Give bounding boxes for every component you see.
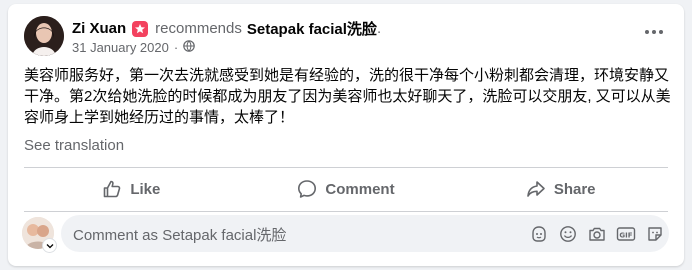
action-bar: Like Comment Share (24, 171, 668, 207)
like-label: Like (130, 180, 161, 198)
comment-tools: GIF (529, 224, 665, 244)
page-name-link[interactable]: Setapak facial洗脸 (247, 18, 377, 39)
comment-button[interactable]: Comment (239, 171, 454, 207)
avatar-sticker-icon[interactable] (529, 224, 549, 244)
post-card: Zi Xuan recommends Setapak facial洗脸 . 31… (8, 4, 684, 266)
post-date[interactable]: 31 January 2020 (72, 40, 169, 55)
gif-icon[interactable]: GIF (616, 224, 636, 244)
author-name[interactable]: Zi Xuan (72, 20, 126, 37)
page-name-suffix: . (376, 20, 382, 37)
emoji-icon[interactable] (558, 224, 578, 244)
share-label: Share (553, 180, 596, 198)
share-icon (527, 181, 545, 197)
share-button[interactable]: Share (453, 171, 668, 207)
like-icon (104, 180, 121, 198)
see-translation-link[interactable]: See translation (24, 137, 124, 154)
camera-icon[interactable] (587, 224, 607, 244)
post-body: 美容师服务好，第一次去洗就感受到她是有经验的，洗的很干净每个小粉刺都会清理，环境… (24, 67, 671, 126)
more-options-button[interactable] (638, 20, 670, 44)
switch-profile-chevron-icon[interactable] (42, 238, 57, 253)
recommend-badge-icon (132, 20, 149, 37)
more-dots-icon (645, 30, 663, 34)
divider (24, 167, 668, 168)
author-avatar[interactable] (24, 16, 64, 56)
comment-icon (298, 180, 317, 198)
meta-separator: · (173, 40, 179, 55)
recommends-label: recommends (155, 20, 242, 37)
like-button[interactable]: Like (24, 171, 239, 207)
sticker-icon[interactable] (645, 224, 665, 244)
divider (24, 211, 668, 212)
globe-icon (183, 40, 196, 55)
svg-text:GIF: GIF (619, 231, 632, 239)
comment-placeholder: Comment as Setapak facial洗脸 (73, 227, 287, 244)
post-header: Zi Xuan recommends Setapak facial洗脸 . (72, 18, 381, 39)
comment-input[interactable]: Comment as Setapak facial洗脸 GIF (61, 215, 669, 252)
post-meta: 31 January 2020 · (72, 40, 196, 55)
comment-label: Comment (325, 180, 395, 198)
